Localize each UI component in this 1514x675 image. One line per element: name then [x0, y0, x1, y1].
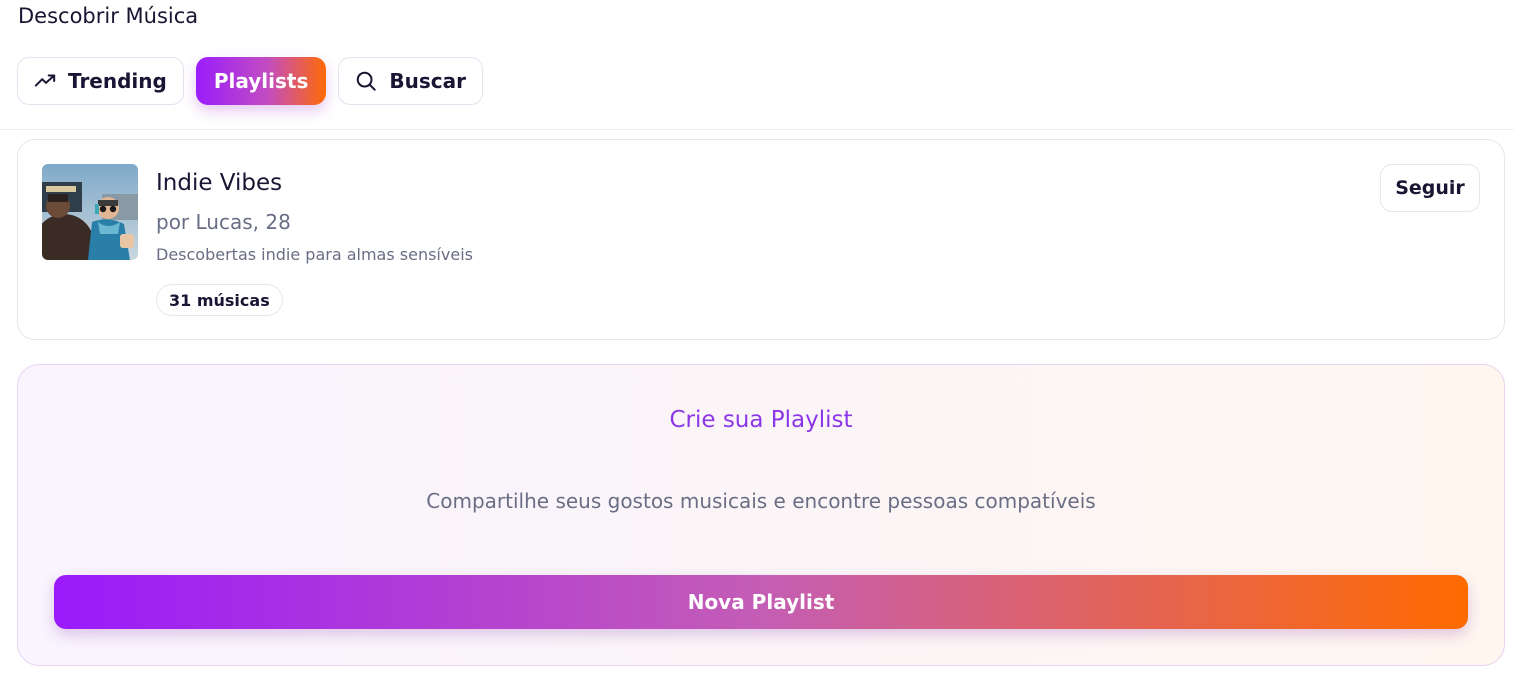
playlist-description: Descobertas indie para almas sensíveis — [156, 245, 473, 264]
playlist-author: por Lucas, 28 — [156, 210, 291, 234]
page-title: Descobrir Música — [18, 4, 199, 28]
follow-button[interactable]: Seguir — [1380, 164, 1480, 212]
playlist-card: Indie Vibes por Lucas, 28 Descobertas in… — [17, 139, 1505, 340]
tab-bar: Trending Playlists Buscar — [17, 57, 483, 105]
divider — [0, 129, 1514, 130]
new-playlist-button[interactable]: Nova Playlist — [54, 575, 1468, 629]
playlist-cover-image[interactable] — [42, 164, 138, 260]
playlist-title[interactable]: Indie Vibes — [156, 170, 282, 196]
tab-playlists[interactable]: Playlists — [195, 57, 327, 105]
create-playlist-card: Crie sua Playlist Compartilhe seus gosto… — [17, 364, 1505, 666]
tab-playlists-label: Playlists — [213, 69, 309, 93]
tab-trending[interactable]: Trending — [17, 57, 184, 105]
search-icon — [355, 70, 377, 92]
trending-up-icon — [34, 70, 56, 92]
tab-trending-label: Trending — [68, 69, 167, 93]
create-playlist-subtitle: Compartilhe seus gostos musicais e encon… — [426, 489, 1096, 513]
create-playlist-title: Crie sua Playlist — [669, 407, 853, 433]
tab-buscar-label: Buscar — [389, 69, 466, 93]
track-count-badge: 31 músicas — [156, 284, 283, 316]
tab-buscar[interactable]: Buscar — [338, 57, 483, 105]
